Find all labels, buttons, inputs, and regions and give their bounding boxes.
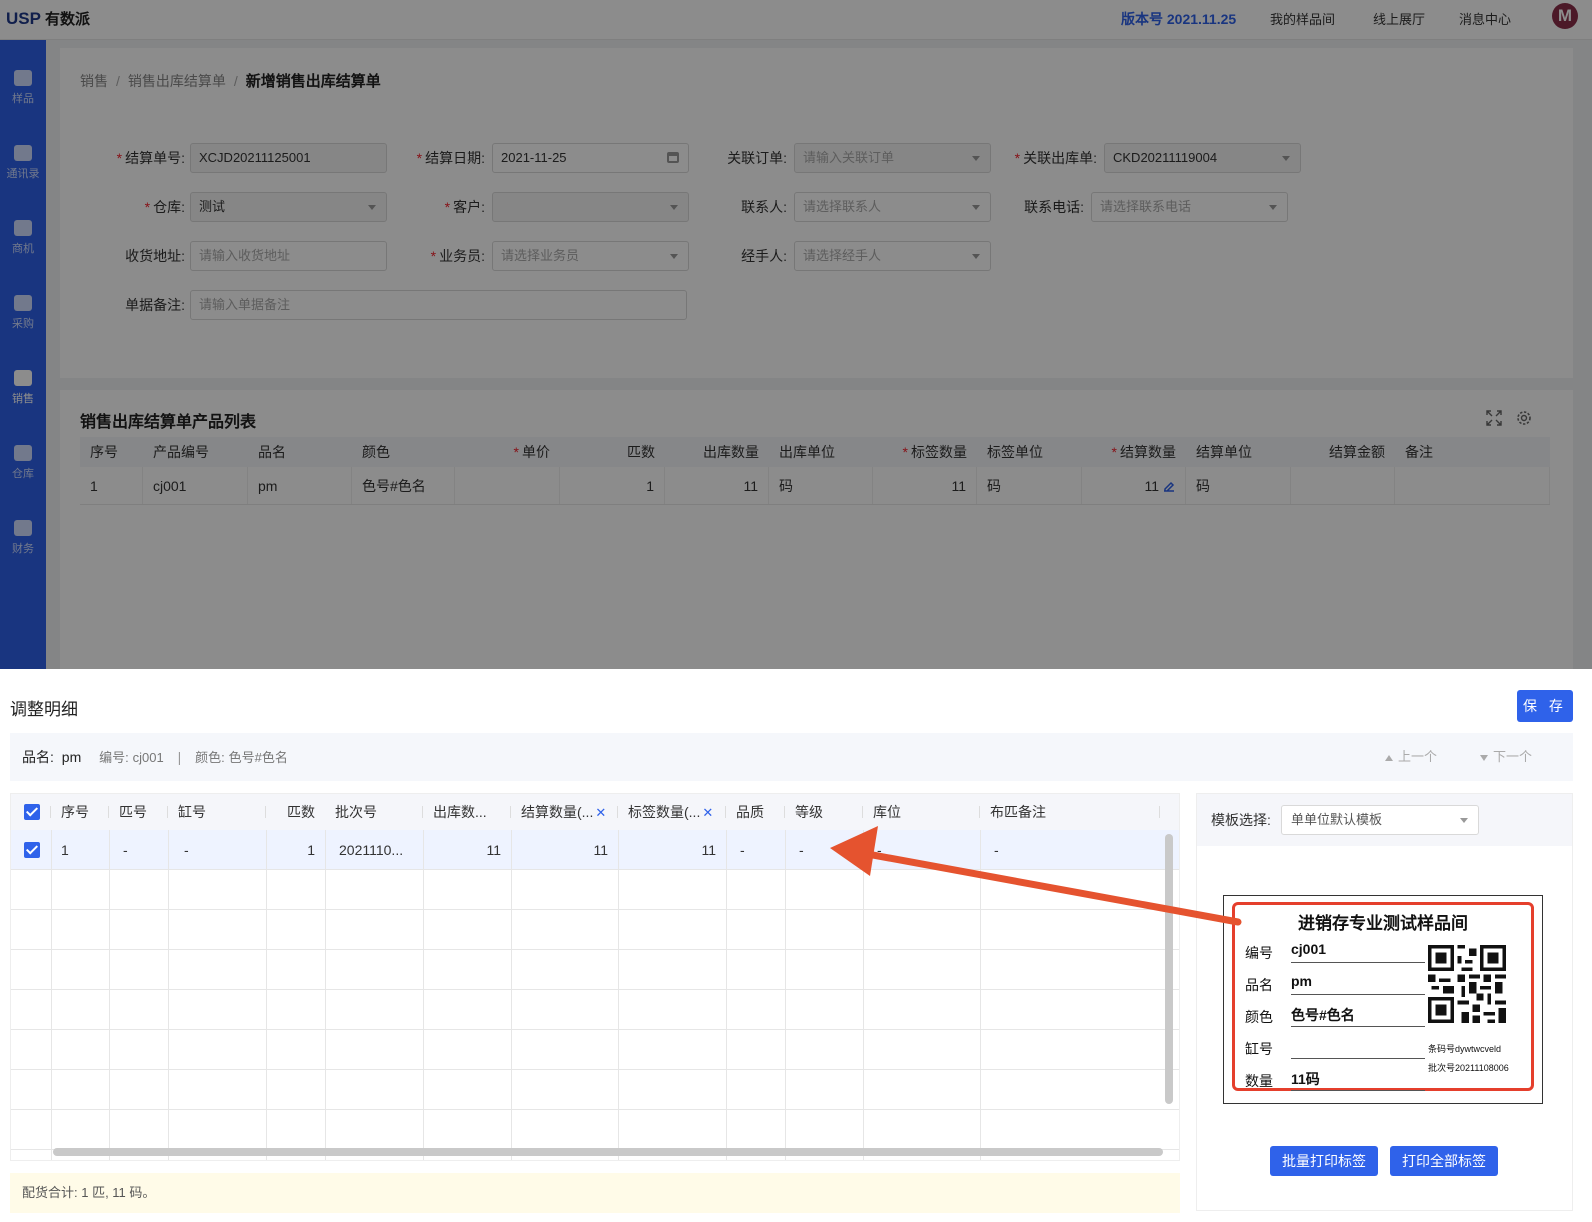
col-header: 等级 [785, 794, 863, 830]
vertical-scrollbar[interactable] [1165, 834, 1173, 1104]
grid-line [325, 830, 326, 1160]
label-preview: 进销存专业测试样品间 编号 cj001 品名 pm 颜色 色号#色名 缸号 数量 11码… [1223, 895, 1543, 1104]
empty-row [11, 950, 1179, 990]
table-cell[interactable]: - [980, 830, 1160, 869]
grid-line [726, 830, 727, 1160]
print-all-button[interactable]: 打印全部标签 [1390, 1146, 1498, 1176]
table-cell[interactable]: 11 [618, 830, 726, 869]
table-header: 序号 匹号 缸号 匹数 批次号 出库数... 结算数量(... ✕ 标签数量(..… [11, 794, 1179, 830]
product-name-value: pm [61, 749, 82, 765]
empty-row [11, 990, 1179, 1030]
batch-text: 批次号20211108006 [1428, 1063, 1509, 1073]
table-cell: 1 [61, 842, 69, 858]
col-header: 库位 [863, 794, 980, 830]
col-header: 批次号 [325, 794, 423, 830]
grid-line [980, 830, 981, 1160]
table-cell: 2021110... [339, 842, 404, 858]
col-header: 匹号 [109, 794, 168, 830]
label-title: 进销存专业测试样品间 [1298, 914, 1468, 933]
label-highlight-box: 进销存专业测试样品间 编号 cj001 品名 pm 颜色 色号#色名 缸号 数量 11码… [1232, 902, 1534, 1091]
summary-bar: 配货合计: 1 匹, 11 码。 [10, 1173, 1180, 1213]
table-cell: 11 [486, 842, 501, 858]
next-button[interactable]: 下一个 [1480, 733, 1532, 781]
label-template-panel: 模板选择: 单单位默认模板 进销存专业测试样品间 编号 cj001 品名 pm 颜色… [1196, 793, 1573, 1211]
label-field: 编号 cj001 [1245, 937, 1425, 965]
empty-row [11, 1070, 1179, 1110]
grid-line [511, 830, 512, 1160]
empty-row [11, 1110, 1179, 1150]
product-code-label: 编号: [99, 750, 129, 765]
grid-line [618, 830, 619, 1160]
table-row[interactable]: 1 - - 1 2021110... 11 11 11 - - - - [11, 830, 1179, 870]
product-color-label: 颜色: [195, 750, 225, 765]
detail-table: 序号 匹号 缸号 匹数 批次号 出库数... 结算数量(... ✕ 标签数量(..… [10, 793, 1180, 1161]
label-field: 品名 pm [1245, 969, 1425, 997]
table-cell[interactable]: 11 [511, 830, 618, 869]
tools-icon[interactable]: ✕ [595, 805, 606, 820]
product-code-value: cj001 [132, 750, 164, 765]
grid-line [863, 830, 864, 1160]
grid-line [785, 830, 786, 1160]
col-header: 出库数... [423, 794, 511, 830]
select-all-cell[interactable] [11, 794, 51, 830]
save-button[interactable]: 保 存 [1517, 690, 1573, 722]
table-cell: 1 [307, 842, 315, 858]
col-header: 标签数量(... ✕ [618, 794, 726, 830]
row-checkbox[interactable] [24, 842, 40, 858]
row-select-cell[interactable] [11, 830, 51, 869]
caret-up-icon [1385, 754, 1393, 761]
batch-print-button[interactable]: 批量打印标签 [1270, 1146, 1378, 1176]
product-name-label: 品名: [22, 749, 54, 765]
template-header: 模板选择: 单单位默认模板 [1197, 794, 1572, 846]
barcode-text: 条码号dywtwcveld [1428, 1044, 1502, 1054]
label-field: 缸号 [1245, 1033, 1425, 1061]
adjust-detail-drawer: 调整明细 保 存 品名: pm 编号: cj001 | 颜色: 色号#色名 上一… [0, 669, 1592, 1222]
grid-line [51, 830, 52, 1160]
grid-line [423, 830, 424, 1160]
table-cell[interactable]: - [109, 830, 168, 869]
prev-button[interactable]: 上一个 [1385, 733, 1437, 781]
col-header: 结算数量(... ✕ [511, 794, 618, 830]
col-header: 布匹备注 [980, 794, 1160, 830]
template-select[interactable]: 单单位默认模板 [1281, 805, 1479, 835]
product-info-bar: 品名: pm 编号: cj001 | 颜色: 色号#色名 上一个 下一个 [10, 733, 1573, 781]
horizontal-scrollbar[interactable] [53, 1148, 1163, 1156]
select-all-checkbox[interactable] [24, 804, 40, 820]
modal-overlay[interactable] [0, 0, 1592, 669]
empty-row [11, 1030, 1179, 1070]
col-header: 匹数 [287, 804, 315, 820]
table-cell[interactable]: - [785, 830, 863, 869]
drawer-title: 调整明细 [10, 700, 78, 719]
product-color-value: 色号#色名 [228, 750, 288, 765]
grid-line [168, 830, 169, 1160]
col-header: 缸号 [168, 794, 266, 830]
empty-row [11, 910, 1179, 950]
tools-icon[interactable]: ✕ [702, 805, 713, 820]
table-cell[interactable]: - [726, 830, 785, 869]
grid-line [266, 830, 267, 1160]
table-cell[interactable]: - [168, 830, 266, 869]
label-field: 数量 11码 [1245, 1065, 1425, 1093]
chevron-down-icon [1460, 818, 1468, 823]
qr-code-icon [1428, 945, 1506, 1023]
template-label: 模板选择: [1211, 812, 1271, 828]
col-header: 序号 [51, 794, 109, 830]
table-cell[interactable]: - [863, 830, 980, 869]
label-field: 颜色 色号#色名 [1245, 1001, 1425, 1029]
grid-line [109, 830, 110, 1160]
caret-down-icon [1480, 754, 1488, 761]
empty-row [11, 870, 1179, 910]
col-header: 品质 [726, 794, 785, 830]
